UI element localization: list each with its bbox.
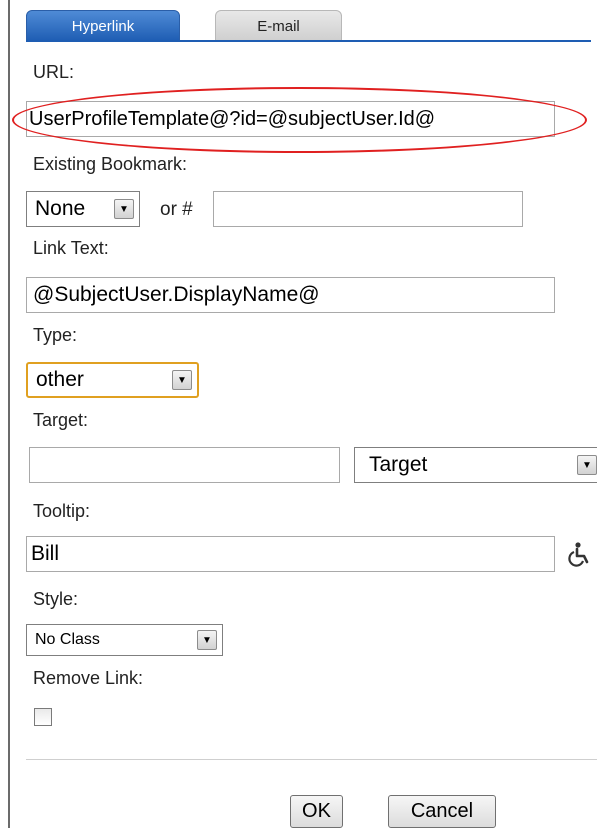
chevron-down-icon[interactable]: ▼	[172, 370, 192, 390]
tooltip-input[interactable]: Bill	[26, 536, 555, 572]
tab-hyperlink[interactable]: Hyperlink	[26, 10, 180, 42]
remove-link-label: Remove Link:	[33, 668, 144, 688]
bookmark-anchor-input[interactable]	[213, 191, 523, 227]
link-text-label: Link Text:	[33, 238, 109, 258]
divider	[26, 759, 597, 760]
chevron-down-icon[interactable]: ▼	[577, 455, 597, 475]
target-input[interactable]	[29, 447, 340, 483]
chevron-down-icon[interactable]: ▼	[197, 630, 217, 650]
tab-email[interactable]: E-mail	[215, 10, 342, 42]
chevron-down-icon[interactable]: ▼	[114, 199, 134, 219]
type-label: Type:	[33, 325, 78, 345]
target-label: Target:	[33, 410, 89, 430]
style-select[interactable]: No Class ▼	[26, 624, 223, 656]
dialog-left-border	[8, 0, 10, 828]
or-hash-label: or #	[160, 199, 193, 220]
tooltip-label: Tooltip:	[33, 501, 91, 521]
style-label: Style:	[33, 589, 79, 609]
bookmark-select-value: None	[35, 197, 86, 220]
url-input[interactable]: UserProfileTemplate@?id=@subjectUser.Id@	[26, 101, 555, 137]
type-select-value: other	[36, 368, 84, 391]
tab-underline	[26, 40, 591, 42]
type-select[interactable]: other ▼	[26, 362, 199, 398]
tab-email-label: E-mail	[257, 17, 300, 35]
ok-button[interactable]: OK	[290, 795, 343, 828]
accessibility-icon[interactable]	[566, 541, 592, 567]
bookmark-select[interactable]: None ▼	[26, 191, 140, 227]
target-select-value: Target	[369, 453, 428, 476]
cancel-button[interactable]: Cancel	[388, 795, 496, 828]
existing-bookmark-label: Existing Bookmark:	[33, 154, 188, 174]
url-label: URL:	[33, 62, 75, 82]
link-text-input[interactable]: @SubjectUser.DisplayName@	[26, 277, 555, 313]
tab-hyperlink-label: Hyperlink	[71, 17, 135, 35]
remove-link-checkbox[interactable]	[34, 708, 52, 726]
style-select-value: No Class	[35, 631, 100, 648]
target-select[interactable]: Target ▼	[354, 447, 597, 483]
